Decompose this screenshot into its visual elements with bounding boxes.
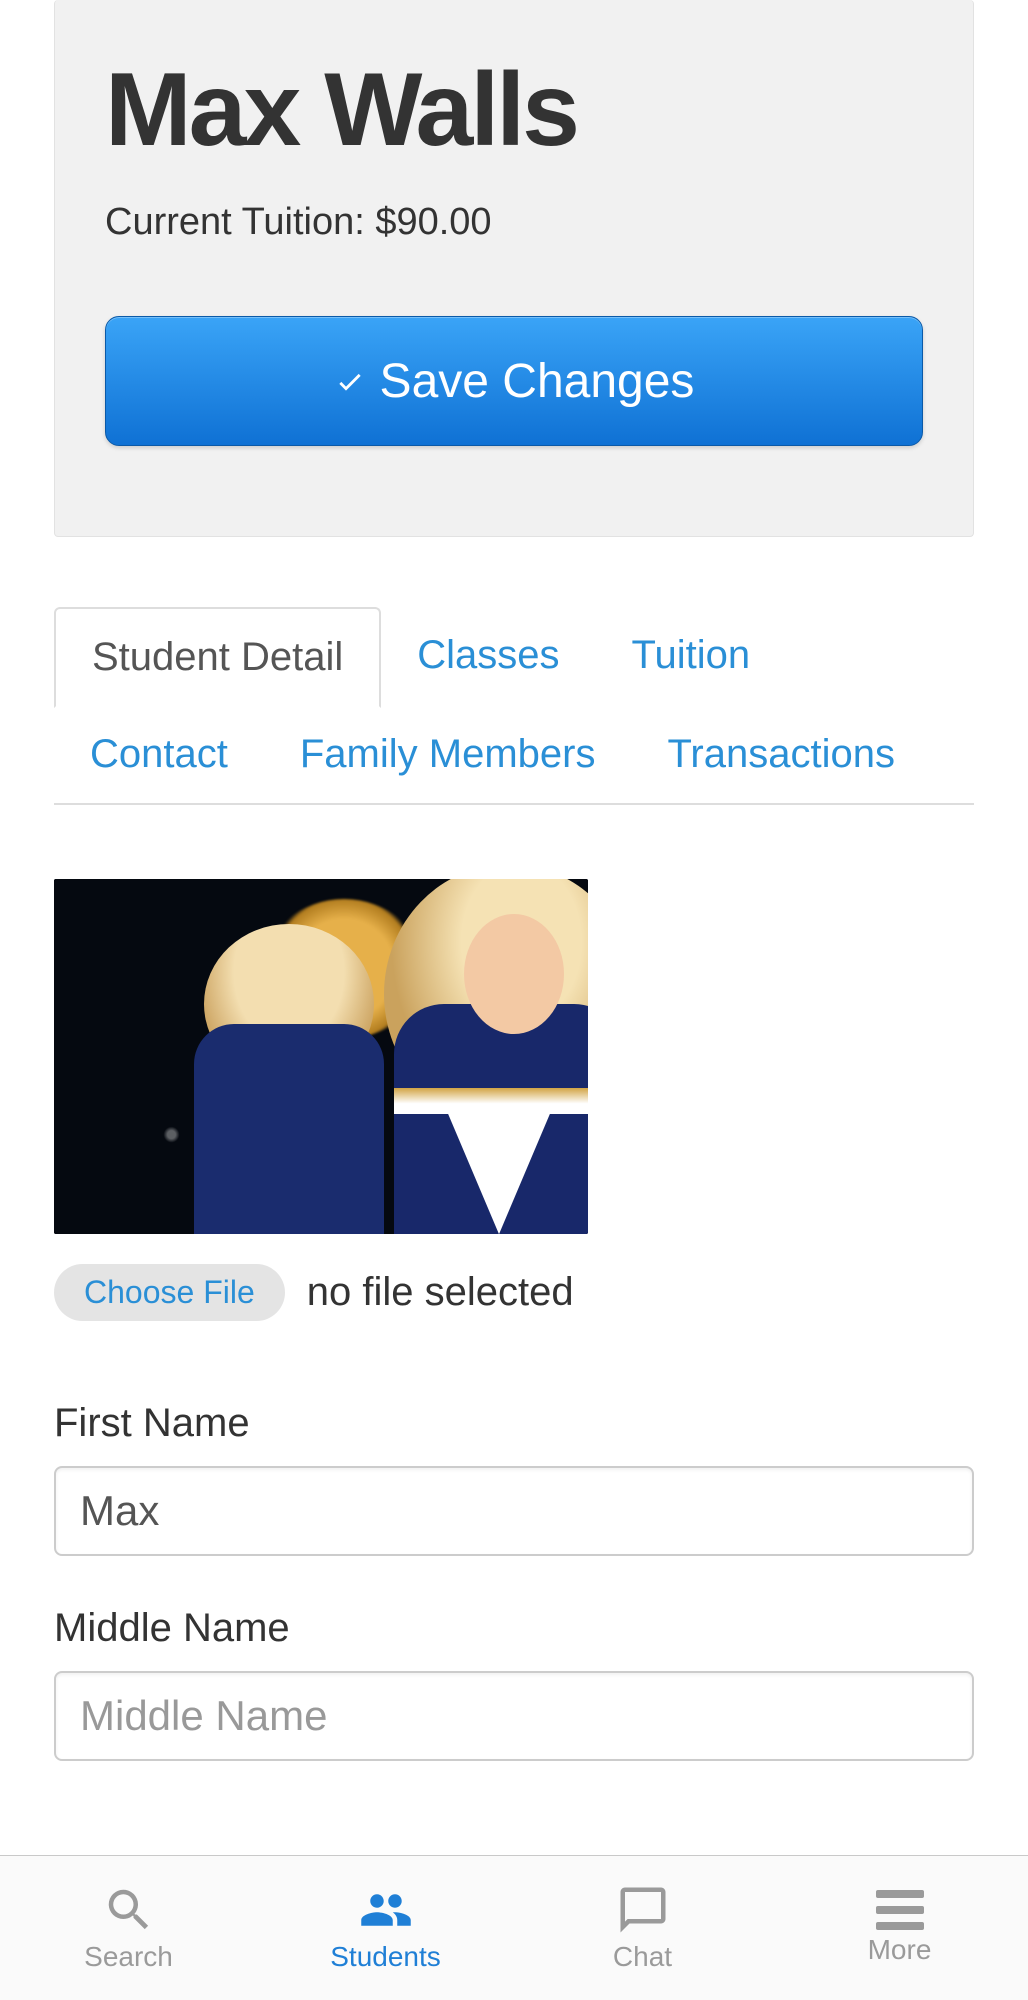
- save-changes-button[interactable]: Save Changes: [105, 316, 923, 446]
- tab-classes[interactable]: Classes: [381, 607, 595, 706]
- current-tuition-label: Current Tuition: $90.00: [105, 201, 923, 244]
- nav-more[interactable]: More: [771, 1890, 1028, 1966]
- middle-name-label: Middle Name: [54, 1606, 974, 1651]
- chat-icon: [616, 1883, 670, 1937]
- middle-name-input[interactable]: [54, 1671, 974, 1761]
- nav-students[interactable]: Students: [257, 1883, 514, 1973]
- menu-icon: [876, 1890, 924, 1930]
- nav-more-label: More: [868, 1934, 932, 1966]
- nav-students-label: Students: [330, 1941, 441, 1973]
- tab-transactions[interactable]: Transactions: [631, 706, 931, 803]
- tab-contact[interactable]: Contact: [54, 706, 264, 803]
- student-header-card: Max Walls Current Tuition: $90.00 Save C…: [54, 0, 974, 537]
- first-name-input[interactable]: [54, 1466, 974, 1556]
- search-icon: [102, 1883, 156, 1937]
- tab-family-members[interactable]: Family Members: [264, 706, 632, 803]
- nav-search[interactable]: Search: [0, 1883, 257, 1973]
- students-icon: [359, 1883, 413, 1937]
- file-selected-status: no file selected: [307, 1270, 574, 1315]
- student-photo: [54, 879, 588, 1234]
- nav-chat[interactable]: Chat: [514, 1883, 771, 1973]
- nav-search-label: Search: [84, 1941, 173, 1973]
- check-icon: [334, 365, 366, 397]
- first-name-label: First Name: [54, 1401, 974, 1446]
- tabs-container: Student Detail Classes Tuition Contact F…: [54, 607, 974, 805]
- bottom-navigation: Search Students Chat More: [0, 1855, 1028, 2000]
- save-changes-label: Save Changes: [380, 354, 695, 409]
- choose-file-button[interactable]: Choose File: [54, 1264, 285, 1321]
- nav-chat-label: Chat: [613, 1941, 672, 1973]
- student-detail-panel: Choose File no file selected First Name …: [54, 879, 974, 1761]
- tab-tuition[interactable]: Tuition: [596, 607, 787, 706]
- tab-student-detail[interactable]: Student Detail: [54, 607, 381, 708]
- student-name: Max Walls: [105, 56, 923, 165]
